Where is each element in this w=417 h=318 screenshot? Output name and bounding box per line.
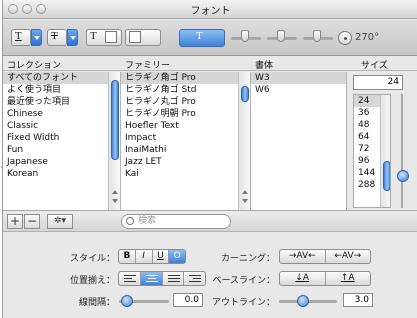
outline-width-slider-knob[interactable] — [297, 295, 309, 307]
collection-item[interactable]: 最近使った項目 — [3, 96, 120, 108]
family-item[interactable]: Hoefler Text — [121, 120, 250, 132]
style-segmented-control[interactable]: B I U O — [118, 249, 186, 264]
add-collection-button[interactable]: + — [7, 214, 23, 229]
shadow-opacity-knob[interactable] — [241, 30, 249, 42]
underline-button[interactable]: U — [153, 250, 170, 263]
typeface-item[interactable]: W3 — [251, 72, 346, 84]
collection-item[interactable]: Fixed Width — [3, 132, 120, 144]
outline-width-value[interactable]: 3.0 — [343, 293, 373, 307]
line-spacing-label: 線間隔： — [78, 298, 115, 308]
collection-list[interactable]: すべてのフォント よく使う項目 最近使った項目 Chinese Classic … — [3, 72, 121, 210]
collection-item[interactable]: よく使う項目 — [3, 84, 120, 96]
shadow-glyph: T — [196, 30, 203, 42]
kerning-tighter-button[interactable]: →AV← — [280, 250, 326, 263]
baseline-label: ベースライン： — [212, 276, 275, 286]
strikethrough-glyph: T — [51, 30, 58, 42]
scroll-down-arrow-icon[interactable] — [112, 199, 118, 203]
family-scrollbar[interactable] — [238, 72, 250, 210]
text-shadow-toggle[interactable]: T — [179, 29, 225, 47]
baseline-up-button[interactable]: ↑A — [326, 272, 371, 285]
header-divider — [3, 70, 417, 71]
family-item[interactable]: ヒラギノ明朝 Pro — [121, 108, 250, 120]
line-spacing-value[interactable]: 0.0 — [173, 293, 203, 307]
collection-item[interactable]: Classic — [3, 120, 120, 132]
document-color-button[interactable] — [125, 29, 161, 46]
underline-menu-arrow[interactable] — [31, 29, 42, 46]
alignment-label: 位置揃え： — [69, 276, 115, 286]
search-input[interactable]: 検索 — [121, 214, 231, 229]
outline-button[interactable]: O — [169, 250, 185, 263]
kerning-label: カーニング： — [220, 254, 275, 264]
family-item[interactable]: Kai — [121, 168, 250, 180]
kerning-segmented-control[interactable]: →AV← ←AV→ — [279, 249, 371, 264]
family-item[interactable]: ヒラギノ角ゴ Pro — [121, 72, 250, 84]
collection-item[interactable]: Korean — [3, 168, 120, 180]
align-right-icon[interactable] — [184, 272, 205, 285]
gear-menu-button[interactable]: ✲▾ — [47, 214, 73, 229]
family-item[interactable]: ヒラギノ角ゴ Std — [121, 84, 250, 96]
family-list[interactable]: ヒラギノ角ゴ Pro ヒラギノ角ゴ Std ヒラギノ丸ゴ Pro ヒラギノ明朝 … — [121, 72, 251, 210]
underline-glyph: T — [15, 30, 22, 42]
size-slider-knob[interactable] — [397, 170, 409, 182]
size-scroll-thumb[interactable] — [383, 161, 390, 191]
remove-collection-button[interactable]: − — [24, 214, 40, 229]
scroll-up-arrow-icon[interactable] — [242, 190, 248, 194]
family-item[interactable]: ヒラギノ丸ゴ Pro — [121, 96, 250, 108]
text-color-glyph: T — [90, 30, 97, 42]
size-input[interactable]: 24 — [353, 75, 403, 90]
baseline-segmented-control[interactable]: ↓A ↑A — [279, 271, 371, 286]
family-item[interactable]: InaiMathi — [121, 144, 250, 156]
size-scrollbar[interactable] — [380, 95, 390, 207]
collection-item[interactable]: Chinese — [3, 108, 120, 120]
underline-menu-button[interactable]: T — [11, 29, 31, 46]
align-center-icon[interactable] — [140, 272, 163, 285]
align-left-icon[interactable] — [119, 272, 141, 285]
strikethrough-menu-button[interactable]: T — [47, 29, 67, 46]
text-color-swatch — [105, 31, 117, 43]
baseline-down-button[interactable]: ↓A — [280, 272, 326, 285]
scroll-down-arrow-icon[interactable] — [242, 199, 248, 203]
size-slider-track[interactable] — [401, 94, 411, 208]
collection-scroll-thumb[interactable] — [111, 80, 119, 160]
title-bar[interactable]: フォント — [3, 0, 417, 19]
family-scroll-thumb[interactable] — [241, 86, 249, 102]
size-list[interactable]: 24 36 48 64 72 96 144 288 — [353, 94, 391, 208]
family-item[interactable]: Impact — [121, 132, 250, 144]
outline-width-label: アウトライン： — [211, 298, 275, 308]
typeface-list[interactable]: W3 W6 — [251, 72, 347, 210]
typeface-item[interactable]: W6 — [251, 84, 346, 96]
collection-item[interactable]: すべてのフォント — [3, 72, 120, 84]
alignment-segmented-control[interactable] — [118, 271, 206, 286]
bold-button[interactable]: B — [119, 250, 136, 263]
collection-scrollbar[interactable] — [108, 72, 120, 210]
collection-item[interactable]: Japanese — [3, 156, 120, 168]
align-justify-icon[interactable] — [163, 272, 185, 285]
effects-toolbar: T T T T 270° — [3, 20, 417, 56]
shadow-offset-knob[interactable] — [313, 30, 321, 42]
document-color-swatch — [129, 31, 141, 43]
style-label: スタイル： — [69, 254, 115, 264]
collection-item[interactable]: Fun — [3, 144, 120, 156]
scroll-up-arrow-icon[interactable] — [112, 190, 118, 194]
shadow-angle-dial[interactable] — [338, 31, 352, 45]
line-spacing-slider-knob[interactable] — [121, 295, 133, 307]
search-icon — [126, 217, 134, 225]
collection-action-bar: + − ✲▾ 検索 — [3, 210, 417, 232]
italic-button[interactable]: I — [136, 250, 153, 263]
window-title: フォント — [190, 6, 231, 17]
search-placeholder: 検索 — [138, 216, 157, 226]
family-item[interactable]: Jazz LET — [121, 156, 250, 168]
shadow-blur-knob[interactable] — [277, 30, 285, 42]
text-color-button[interactable]: T — [86, 29, 122, 46]
strikethrough-menu-arrow[interactable] — [67, 29, 78, 46]
font-panel-window: フォント T T T T 270° コレクション ファミリー 書体 サイズ すべ… — [2, 0, 417, 318]
kerning-looser-button[interactable]: ←AV→ — [326, 250, 371, 263]
shadow-angle-value: 270° — [355, 32, 380, 43]
